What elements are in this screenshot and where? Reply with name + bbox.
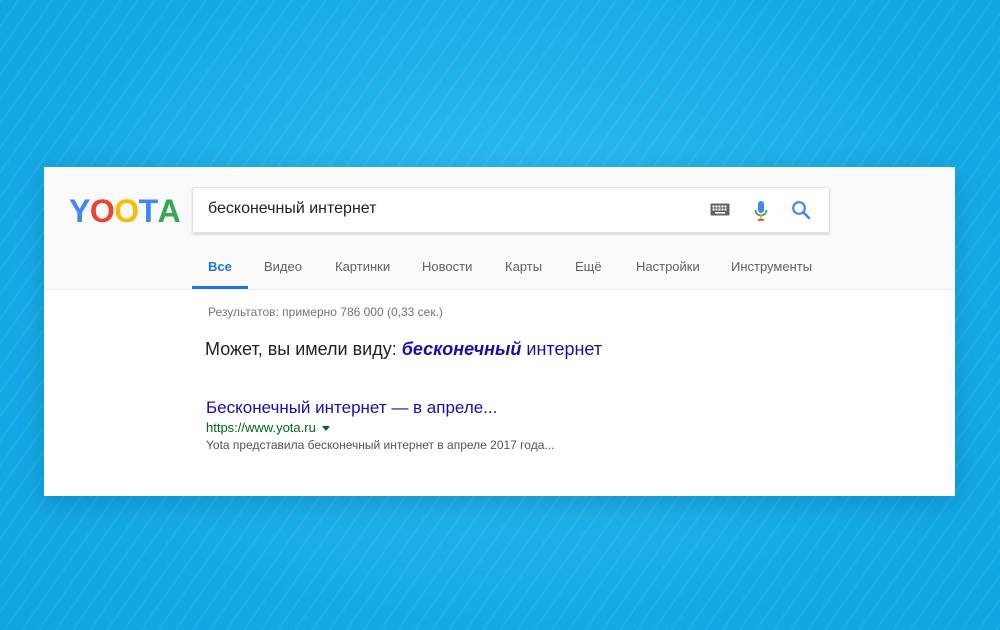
logo-letter: O [114, 193, 139, 229]
logo-letter: T [138, 193, 159, 229]
tab-maps[interactable]: Карты [505, 259, 542, 274]
tab-tools[interactable]: Инструменты [731, 259, 812, 274]
search-icon[interactable] [791, 200, 811, 220]
result-snippet: Yota представила бесконечный интернет в … [206, 438, 555, 452]
tab-news[interactable]: Новости [422, 259, 472, 274]
logo-letter: Y [69, 193, 90, 229]
tab-settings[interactable]: Настройки [636, 259, 700, 274]
keyboard-icon[interactable] [710, 203, 730, 216]
tab-images[interactable]: Картинки [335, 259, 390, 274]
result-title-link[interactable]: Бесконечный интернет — в апреле... [206, 398, 497, 418]
logo-letter: O [89, 193, 115, 229]
active-tab-indicator [192, 286, 248, 289]
result-url-text: https://www.yota.ru [206, 420, 316, 435]
microphone-icon[interactable] [753, 200, 769, 222]
search-results-card: YOOTA бесконечный интернет Все Видео Кар… [44, 167, 955, 496]
results-count: Результатов: примерно 786 000 (0,33 сек.… [208, 305, 443, 319]
result-url: https://www.yota.ru [206, 420, 330, 435]
search-box[interactable]: бесконечный интернет [192, 187, 830, 233]
tab-more[interactable]: Ещё [575, 259, 602, 274]
did-you-mean: Может, вы имели виду: бесконечный интерн… [205, 339, 602, 360]
search-header: YOOTA бесконечный интернет Все Видео Кар… [44, 167, 955, 290]
did-you-mean-prefix: Может, вы имели виду: [205, 339, 402, 359]
search-input[interactable]: бесконечный интернет [208, 200, 376, 218]
tab-video[interactable]: Видео [264, 259, 302, 274]
logo[interactable]: YOOTA [69, 193, 181, 230]
did-you-mean-correction[interactable]: бесконечный [402, 339, 522, 359]
logo-letter: A [157, 193, 181, 229]
did-you-mean-rest[interactable]: интернет [521, 339, 602, 359]
url-dropdown-arrow-icon[interactable] [321, 426, 330, 432]
tab-all[interactable]: Все [208, 259, 232, 274]
